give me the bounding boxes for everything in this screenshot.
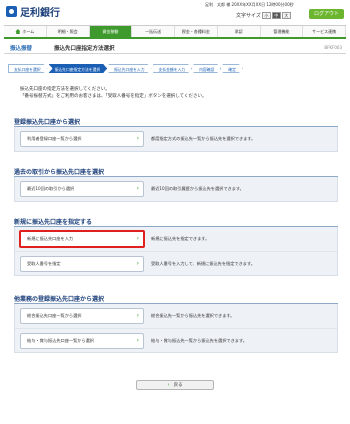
step-2: 振込先口座指定方法を選択	[49, 64, 108, 73]
nav-home-label: ホーム	[22, 28, 35, 34]
font-size-label: 文字サイズ	[236, 13, 261, 19]
global-nav: ホーム 明細・照会 資金移動 一括伝送 税金・各種料金 承認 管理機能 サービス…	[4, 25, 346, 39]
recipient-number-button[interactable]: 受取人番号を指定 ›	[20, 256, 144, 272]
bank-logo-icon	[6, 6, 17, 17]
chevron-right-icon: ›	[136, 135, 139, 142]
option-row: 給与・賞与振込先口座一覧から選択 › 給与・賞与振込先一覧から振込先を選択できま…	[15, 328, 337, 352]
option-description: 都度指定方式の振込先一覧から振込先を選択できます。	[151, 136, 256, 141]
home-icon	[15, 29, 21, 34]
option-row: 受取人番号を指定 › 受取人番号を入力して、新規に振込先を指定できます。	[15, 251, 337, 275]
button-label: 総合振込先口座一覧から選択	[27, 313, 82, 318]
step-indicator: 支払口座を選択 振込先口座指定方法を選択 振込先口座を入力 支払金額を入力 内容…	[8, 64, 244, 73]
nav-transfer[interactable]: 資金移動	[89, 26, 133, 37]
chevron-right-icon: ›	[136, 337, 139, 344]
option-description: 給与・賞与振込先一覧から振込先を選択できます。	[151, 338, 247, 343]
user-info: 足利 太郎 様 20XX年XX月XX日 12時00分00秒	[205, 2, 294, 7]
page-title: 振込先口座指定方法選択	[54, 46, 115, 52]
nav-approval[interactable]: 承認	[217, 26, 261, 37]
option-description: 新規に振込先を指定できます。	[151, 236, 210, 241]
logout-button[interactable]: ログアウト	[309, 9, 344, 19]
nav-home[interactable]: ホーム	[4, 26, 47, 37]
button-label: 受取人番号を指定	[27, 261, 61, 266]
back-button[interactable]: ‹ 戻る	[136, 380, 214, 390]
nav-bulk[interactable]: 一括伝送	[132, 26, 175, 37]
section-title: 登録振込先口座から選択	[14, 117, 338, 127]
chevron-right-icon: ›	[136, 185, 139, 192]
nav-service[interactable]: サービス連携	[303, 26, 346, 37]
nav-management[interactable]: 管理機能	[260, 26, 304, 37]
nav-inquiry[interactable]: 明細・照会	[46, 26, 90, 37]
step-1: 支払口座を選択	[8, 64, 48, 73]
chevron-right-icon: ›	[136, 260, 139, 267]
recent-10-button[interactable]: 最近10回の取引から選択 ›	[20, 181, 144, 197]
step-5: 内容確認	[193, 64, 221, 73]
general-transfer-list-button[interactable]: 総合振込先口座一覧から選択 ›	[20, 308, 144, 324]
section-new: 新規に振込先口座を指定する 新規に振込先口座を入力 › 新規に振込先を指定できま…	[14, 217, 338, 276]
button-label: 新規に振込先口座を入力	[27, 236, 74, 241]
option-row: 最近10回の取引から選択 › 最近10回の取引履歴から振込先を選択できます。	[15, 177, 337, 201]
registered-list-button[interactable]: 利用者登録口座一覧から選択 ›	[20, 131, 144, 147]
option-row: 新規に振込先口座を入力 › 新規に振込先を指定できます。	[15, 227, 337, 251]
option-row: 利用者登録口座一覧から選択 › 都度指定方式の振込先一覧から振込先を選択できます…	[15, 127, 337, 151]
page-title-bar: 振込振替 振込先口座指定方法選択 BFKF003	[4, 42, 346, 54]
back-label: 戻る	[173, 383, 183, 388]
section-registered: 登録振込先口座から選択 利用者登録口座一覧から選択 › 都度指定方式の振込先一覧…	[14, 117, 338, 152]
button-label: 最近10回の取引から選択	[27, 186, 75, 191]
step-4: 支払金額を入力	[153, 64, 193, 73]
salary-transfer-list-button[interactable]: 給与・賞与振込先口座一覧から選択 ›	[20, 333, 144, 349]
instruction-line-2: 「番号振替方式」をご利用のお客さまは、「受取人番号を指定」ボタンを選択してくださ…	[20, 93, 207, 99]
font-size-small-button[interactable]: 小	[261, 12, 271, 19]
section-other-service: 他業務の登録振込先口座から選択 総合振込先口座一覧から選択 › 総合振込先一覧か…	[14, 294, 338, 353]
font-size-control: 文字サイズ 小 中 大	[236, 12, 291, 19]
page-category: 振込振替	[10, 46, 33, 52]
bank-name: 足利銀行	[20, 8, 60, 19]
screen-id: BFKF003	[324, 45, 342, 50]
section-history: 過去の取引から振込先口座を選択 最近10回の取引から選択 › 最近10回の取引履…	[14, 167, 338, 202]
font-size-medium-button[interactable]: 中	[271, 12, 281, 19]
option-description: 総合振込先一覧から振込先を選択できます。	[151, 313, 235, 318]
bank-logo: 足利銀行	[6, 4, 60, 19]
font-size-large-button[interactable]: 大	[281, 12, 291, 19]
option-description: 最近10回の取引履歴から振込先を選択できます。	[151, 186, 244, 191]
nav-taxes[interactable]: 税金・各種料金	[175, 26, 218, 37]
option-row: 総合振込先口座一覧から選択 › 総合振込先一覧から振込先を選択できます。	[15, 304, 337, 328]
step-3: 振込先口座を入力	[108, 64, 151, 73]
step-6: 確定	[222, 64, 243, 73]
button-label: 給与・賞与振込先口座一覧から選択	[27, 338, 95, 343]
option-description: 受取人番号を入力して、新規に振込先を指定できます。	[151, 261, 255, 266]
chevron-right-icon: ›	[136, 312, 139, 319]
chevron-left-icon: ‹	[167, 382, 170, 388]
instructions: 振込先口座の指定方法を選択してください。 「番号振替方式」をご利用のお客さまは、…	[20, 87, 206, 100]
button-label: 利用者登録口座一覧から選択	[27, 136, 82, 141]
new-account-input-button[interactable]: 新規に振込先口座を入力 ›	[19, 230, 145, 248]
section-title: 過去の取引から振込先口座を選択	[14, 167, 338, 177]
chevron-right-icon: ›	[136, 235, 139, 242]
header: 足利銀行 足利 太郎 様 20XX年XX月XX日 12時00分00秒 文字サイズ…	[0, 0, 350, 24]
section-title: 他業務の登録振込先口座から選択	[14, 294, 338, 304]
section-title: 新規に振込先口座を指定する	[14, 217, 338, 227]
